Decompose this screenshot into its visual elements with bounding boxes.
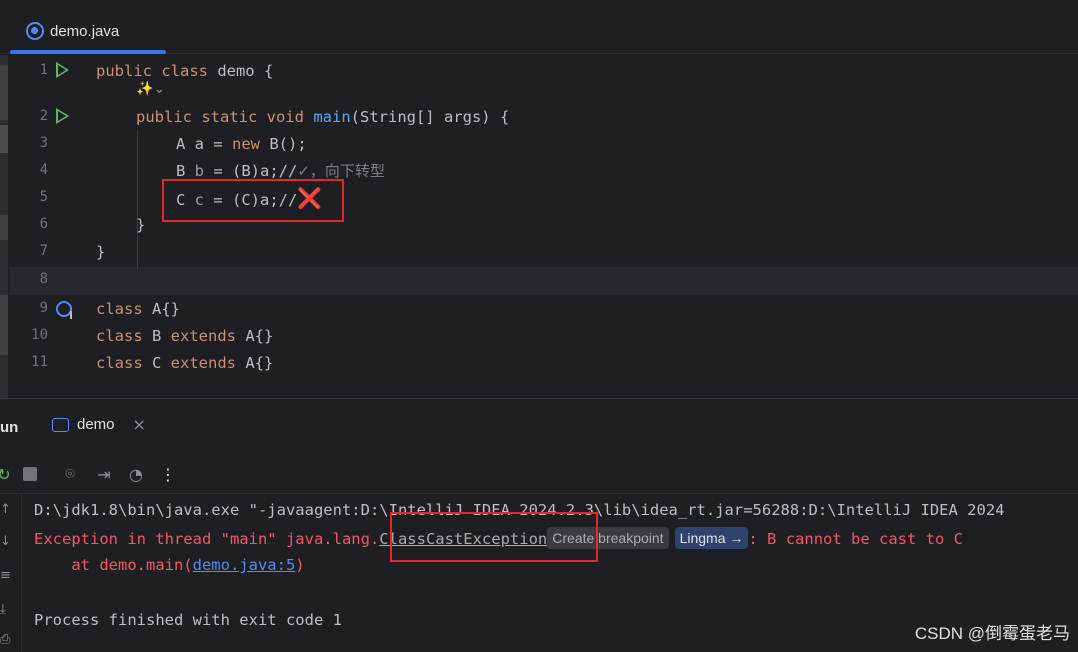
strip-marker — [0, 125, 8, 153]
console-icon — [52, 417, 69, 432]
strip-marker — [0, 65, 8, 120]
line-number: 6 — [39, 216, 48, 232]
keyword: class — [96, 300, 143, 318]
line-number: 5 — [39, 189, 48, 205]
unused-variable: b — [194, 162, 205, 180]
code-text: A{} — [236, 327, 274, 345]
active-tab-indicator — [10, 50, 166, 54]
keyword: extends — [170, 327, 236, 345]
ai-hint-icon[interactable]: ✨⌄ — [136, 81, 165, 97]
code-text: B — [142, 327, 171, 345]
code-text: B — [176, 162, 195, 180]
lingma-ai-button[interactable]: Lingma → — [674, 527, 749, 549]
line-number: 9 — [39, 300, 48, 316]
up-arrow-icon[interactable]: ↑ — [0, 502, 11, 517]
run-tab-label: demo — [77, 416, 115, 433]
tab-label: demo.java — [50, 22, 120, 40]
code-comment: ✓，向下转型 — [297, 162, 385, 180]
console-stack-line: at demo.main(demo.java:5) — [34, 555, 305, 575]
keyword: public class — [96, 62, 208, 80]
stop-button[interactable] — [20, 464, 40, 484]
line-number: 7 — [39, 243, 48, 259]
code-line-2: public static void main(String[] args) { — [136, 107, 509, 127]
keyword: class — [96, 354, 143, 372]
code-text: B(); — [260, 135, 307, 153]
tab-demo-java[interactable]: demo.java — [10, 8, 166, 54]
keyword: new — [232, 135, 260, 153]
stack-suffix: ) — [295, 556, 305, 574]
strip-marker — [0, 295, 8, 355]
down-arrow-icon[interactable]: ↓ — [0, 534, 11, 549]
line-number: 2 — [39, 108, 48, 124]
run-icon — [56, 62, 69, 78]
code-text: A{} — [142, 300, 180, 318]
keyword: extends — [170, 354, 236, 372]
java-class-icon — [26, 22, 44, 40]
source-location-link[interactable]: demo.java:5 — [193, 556, 296, 574]
console-side-toolbar: ↑ ↓ ≡ ⤓ ⎙ — [0, 494, 22, 652]
code-line-4: B b = (B)a;//✓，向下转型 — [176, 161, 385, 181]
stack-prefix: at demo.main( — [34, 556, 193, 574]
line-number: 1 — [39, 62, 48, 78]
code-line-11: class C extends A{} — [96, 353, 273, 373]
code-line-9: class A{} — [96, 299, 180, 319]
code-text: A{} — [236, 354, 274, 372]
run-tab-demo[interactable]: demo × — [52, 415, 146, 434]
code-text: } — [136, 216, 146, 234]
code-text: } — [96, 243, 106, 261]
code-line-10: class B extends A{} — [96, 326, 273, 346]
run-main-button[interactable] — [56, 108, 72, 124]
line-number: 8 — [39, 271, 48, 287]
code-text: demo { — [207, 62, 274, 80]
watermark: CSDN @倒霉蛋老马 — [914, 624, 1070, 643]
code-line-1: public class demo { — [96, 61, 273, 81]
stop-icon — [23, 467, 37, 481]
method-name: main — [313, 108, 351, 126]
line-number: 11 — [31, 354, 48, 370]
exception-message: : B cannot be cast to C — [748, 530, 964, 548]
annotation-box-exception — [390, 512, 598, 562]
code-line-3: A a = new B(); — [176, 134, 307, 154]
rerun-icon[interactable]: ↻ — [0, 464, 14, 484]
strip-marker — [0, 215, 8, 240]
annotation-box-line-5 — [162, 179, 344, 222]
code-text: = (B)a;// — [204, 162, 298, 180]
run-class-button[interactable] — [56, 62, 72, 78]
exception-prefix: Exception in thread "main" java.lang. — [34, 530, 380, 548]
run-icon — [56, 108, 69, 124]
line-number: 10 — [31, 327, 48, 343]
line-number: 3 — [39, 135, 48, 151]
run-toolbar: ↻ ⌾ ⇥ ◔ ⋮ — [0, 454, 1078, 494]
close-icon[interactable]: × — [133, 415, 146, 434]
current-line-highlight — [10, 267, 1078, 295]
keyword: class — [96, 327, 143, 345]
camera-icon[interactable]: ⌾ — [60, 464, 80, 484]
implemented-icon[interactable] — [56, 301, 72, 319]
code-line-6: } — [136, 215, 145, 235]
code-text: A a = — [176, 135, 232, 153]
print-icon[interactable]: ⎙ — [0, 632, 10, 647]
editor-tab-bar: demo.java — [0, 0, 1078, 54]
more-options-icon[interactable]: ⋮ — [158, 464, 178, 484]
run-tool-window-header: un demo × — [0, 398, 1078, 454]
code-text: C — [142, 354, 171, 372]
line-number: 4 — [39, 162, 48, 178]
profiler-icon[interactable]: ◔ — [126, 464, 146, 484]
code-line-7: } — [96, 242, 105, 262]
wrap-icon[interactable]: ≡ — [0, 568, 11, 583]
run-window-title: un — [0, 419, 19, 436]
code-editor[interactable]: 1 2 3 4 5 6 7 8 9 10 11 public class dem… — [0, 55, 1078, 398]
editor-left-strip — [0, 55, 8, 398]
console-exit-line: Process finished with exit code 1 — [34, 611, 342, 629]
restore-layout-icon[interactable]: ⇥ — [94, 464, 114, 484]
code-text: (String[] args) { — [350, 108, 510, 126]
keyword: public static void — [136, 108, 304, 126]
scroll-end-icon[interactable]: ⤓ — [0, 602, 6, 617]
